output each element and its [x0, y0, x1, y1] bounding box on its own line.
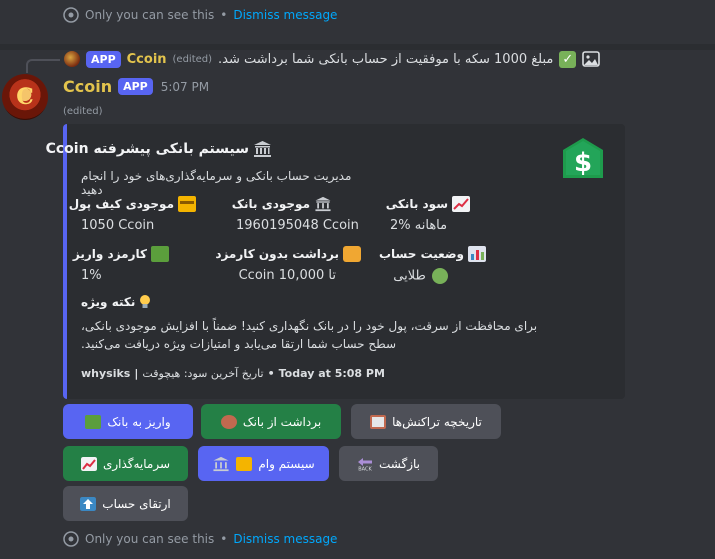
avatar[interactable]: C [2, 74, 48, 120]
svg-text:BACK: BACK [358, 466, 372, 471]
up-arrow-icon [80, 496, 97, 511]
field-name: سود بانکی [385, 197, 448, 211]
field-value: تا 10,000 Ccoin [238, 268, 336, 283]
eye-icon [63, 531, 79, 547]
dismiss-message-link[interactable]: Dismiss message [233, 8, 337, 22]
field-bank-balance: موجودی بانک 1960195048 Ccoin [232, 196, 386, 233]
light-bulb-icon [140, 295, 151, 308]
reply-reference[interactable]: APP Ccoin (edited) مبلغ 1000 سکه با موفق… [64, 49, 601, 69]
embed-description: مدیریت حساب بانکی و سرمایه‌گذاری‌های خود… [81, 169, 352, 197]
field-name: موجودی کیف پول [68, 197, 174, 211]
reply-connector [26, 59, 60, 73]
separator-dot: • [220, 8, 228, 22]
edited-tag: (edited) [63, 106, 103, 117]
money-bag-icon [220, 414, 237, 429]
field-deposit-fee: کارمزد واریز 1% [73, 246, 231, 283]
note-title-text: نکته ویژه [81, 295, 136, 309]
field-value: طلایی [390, 268, 448, 284]
footer-user: whysiks [81, 367, 131, 380]
embed-title: سیستم بانکی پیشرفته Ccoin [46, 140, 272, 158]
ephemeral-text: Only you can see this [85, 8, 215, 22]
dollar-banknote-icon: $ [563, 138, 603, 178]
field-value: 1% [81, 268, 102, 283]
back-arrow-icon: BACK [358, 457, 372, 471]
field-wallet-balance: موجودی کیف پول 1050 Ccoin [69, 196, 231, 233]
field-account-status: وضعیت حساب طلایی [379, 246, 540, 284]
bank-embed: سیستم بانکی پیشرفته Ccoin مدیریت حساب با… [46, 124, 625, 399]
credit-card-icon [178, 196, 196, 212]
footer-dot: • [267, 367, 275, 380]
note-text: برای محافظت از سرقت، پول خود را در بانک … [81, 319, 538, 351]
withdraw-from-bank-button[interactable]: برداشت از بانک [201, 404, 341, 439]
app-badge: APP [118, 78, 153, 95]
reply-author[interactable]: Ccoin [127, 52, 167, 67]
field-value: 1050 Ccoin [81, 218, 155, 233]
footer-time: Today at 5:08 PM [278, 367, 385, 380]
note-title: نکته ویژه [81, 294, 151, 310]
field-name: وضعیت حساب [378, 247, 464, 261]
ephemeral-notice-bottom: Only you can see this • Dismiss message [63, 530, 337, 548]
bank-icon [254, 141, 271, 157]
bank-icon [315, 196, 331, 212]
author-name[interactable]: Ccoin [63, 77, 112, 96]
field-free-withdrawal: برداشت بدون کارمزد تا 10,000 Ccoin [215, 246, 386, 283]
separator-dot: • [220, 532, 228, 546]
field-name: کارمزد واریز [72, 247, 147, 261]
field-name: موجودی بانک [231, 197, 310, 211]
image-icon [582, 51, 601, 67]
chart-up-icon [452, 196, 470, 212]
investment-button[interactable]: سرمایه‌گذاری [63, 446, 188, 481]
credit-card-icon [236, 456, 253, 471]
money-wings-icon [85, 414, 102, 429]
embed-footer: whysiks | تاریخ آخرین سود: هیچوقت • Toda… [81, 367, 385, 380]
footer-separator: | [134, 367, 139, 380]
reply-avatar [64, 51, 80, 67]
embed-title-text: سیستم بانکی پیشرفته Ccoin [45, 141, 249, 157]
bank-icon [213, 456, 229, 471]
field-value: 1960195048 Ccoin [236, 218, 359, 233]
eye-icon [63, 7, 79, 23]
deposit-to-bank-button[interactable]: واریز به بانک [63, 404, 193, 439]
ephemeral-notice-top: Only you can see this • Dismiss message [63, 6, 337, 24]
transaction-history-button[interactable]: تاریخچه تراکنش‌ها [351, 404, 501, 439]
reply-app-badge: APP [86, 50, 121, 68]
field-bank-interest: سود بانکی 2% ماهانه [386, 196, 540, 233]
field-name: برداشت بدون کارمزد [215, 247, 339, 261]
upgrade-account-button[interactable]: ارتقای حساب [63, 486, 188, 521]
reply-edited-tag: (edited) [172, 53, 213, 65]
message-timestamp: 5:07 PM [160, 79, 210, 94]
dismiss-message-link[interactable]: Dismiss message [233, 532, 337, 546]
message-header: Ccoin APP 5:07 PM [63, 77, 209, 96]
footer-text: تاریخ آخرین سود: هیچوقت [142, 367, 264, 380]
reply-text: مبلغ 1000 سکه با موفقیت از حساب بانکی شم… [218, 51, 554, 67]
back-button[interactable]: بازگشت BACK [339, 446, 438, 481]
green-circle-icon [432, 268, 448, 284]
avatar-letter: C [16, 84, 34, 110]
bar-chart-icon [468, 246, 486, 262]
field-value: 2% ماهانه [390, 218, 448, 233]
check-mark-icon: ✓ [559, 50, 577, 68]
chart-up-icon [80, 456, 97, 471]
clipboard-icon [370, 414, 387, 429]
money-wings-icon [151, 246, 169, 262]
loan-system-button[interactable]: سیستم وام [198, 446, 329, 481]
lock-key-icon [343, 246, 361, 262]
ephemeral-text: Only you can see this [85, 532, 215, 546]
svg-text:$: $ [574, 148, 592, 178]
